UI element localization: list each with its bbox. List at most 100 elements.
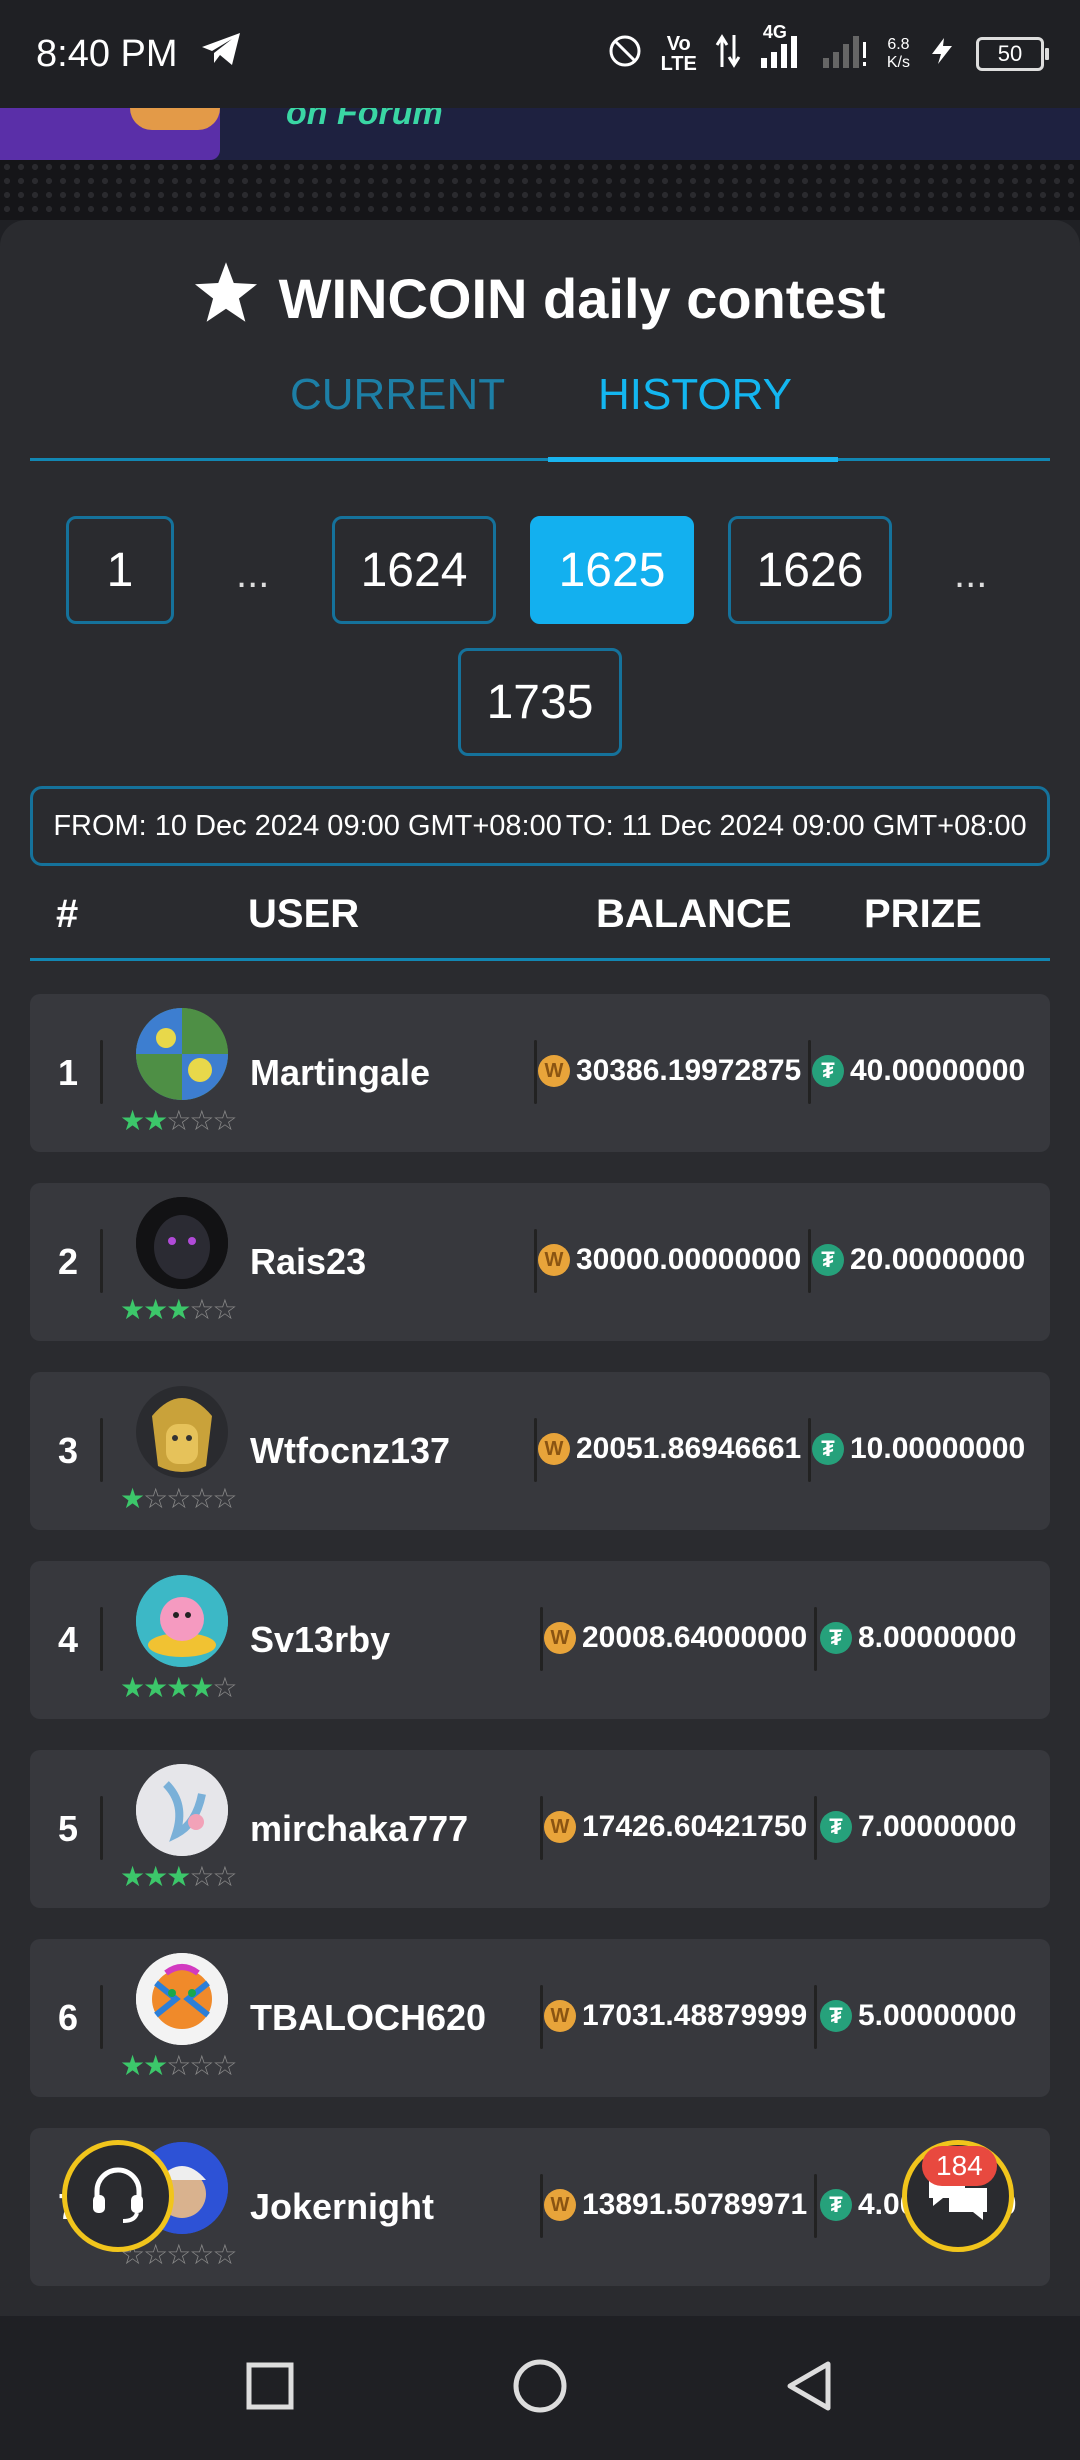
table-row[interactable]: 6 ★★☆☆☆ TBALOCH620 W 17031.48879999 ₮ 5.00…	[30, 1939, 1050, 2097]
tab-current[interactable]: CURRENT	[290, 370, 505, 420]
table-row[interactable]: 2 ★★★☆☆ Rais23 W 30000.00000000 ₮ 20.00000…	[30, 1183, 1050, 1341]
star-icon	[194, 262, 257, 335]
header-balance: BALANCE	[596, 892, 792, 936]
wincoin-icon: W	[544, 1811, 576, 1843]
page-1624-button[interactable]: 1624	[332, 516, 496, 624]
page-1735-button[interactable]: 1735	[458, 648, 622, 756]
row-balance: W 30000.00000000	[538, 1243, 816, 1277]
range-from: FROM: 10 Dec 2024 09:00 GMT+08:00	[53, 809, 562, 842]
rating-stars: ★☆☆☆☆	[120, 1483, 238, 1514]
header-user: USER	[248, 892, 360, 936]
tether-icon: ₮	[820, 1811, 852, 1843]
support-button[interactable]	[62, 2140, 174, 2252]
table-row[interactable]: 5 ★★★☆☆ mirchaka777 W 17426.60421750 ₮ 7.0…	[30, 1750, 1050, 1908]
table-row[interactable]: 4 ★★★★☆ Sv13rby W 20008.64000000 ₮ 8.00000…	[30, 1561, 1050, 1719]
row-divider	[814, 1796, 817, 1860]
rating-stars: ★★☆☆☆	[120, 2050, 238, 2081]
header-prize: PRIZE	[864, 892, 982, 936]
net-speed: 6.8 K/s	[886, 36, 910, 71]
row-username[interactable]: mirchaka777	[250, 1808, 468, 1850]
row-balance: W 17426.60421750	[544, 1810, 814, 1844]
row-divider	[808, 1040, 811, 1104]
row-divider	[814, 1985, 817, 2049]
data-arrows-icon	[715, 33, 741, 75]
chat-unread-badge: 184	[922, 2146, 997, 2186]
contest-tabs: CURRENT HISTORY	[0, 370, 1080, 442]
banner-pattern	[0, 160, 1080, 220]
row-rank: 4	[58, 1619, 79, 1660]
row-divider	[808, 1418, 811, 1482]
tab-history[interactable]: HISTORY	[598, 370, 792, 420]
rating-stars: ★★★☆☆	[120, 1294, 238, 1325]
row-prize: ₮ 20.00000000	[812, 1243, 1025, 1277]
row-prize: ₮ 7.00000000	[820, 1810, 1017, 1844]
back-icon[interactable]	[784, 2360, 834, 2417]
row-username[interactable]: Jokernight	[250, 2186, 434, 2228]
row-rank: 3	[58, 1430, 79, 1471]
pagination-ellipsis: ...	[954, 552, 988, 596]
wincoin-icon: W	[544, 2189, 576, 2221]
row-username[interactable]: TBALOCH620	[250, 1997, 486, 2039]
avatar[interactable]	[136, 1764, 228, 1856]
avatar[interactable]	[136, 1008, 228, 1100]
table-row[interactable]: 1 ★★☆☆☆ Martingale W 30386.19972875 ₮ 40.0…	[30, 994, 1050, 1152]
tabs-divider	[30, 458, 1050, 461]
avatar[interactable]	[136, 1953, 228, 2045]
row-username[interactable]: Martingale	[250, 1052, 430, 1094]
row-divider	[540, 1796, 543, 1860]
tether-icon: ₮	[820, 1622, 852, 1654]
contest-title-text: WINCOIN daily contest	[278, 267, 886, 330]
pagination-ellipsis: ...	[236, 552, 270, 596]
table-header: # USER BALANCE PRIZE	[0, 880, 1080, 950]
signal-4g-icon: 4G	[759, 22, 803, 74]
contest-title: WINCOIN daily contest	[0, 262, 1080, 335]
tether-icon: ₮	[812, 1433, 844, 1465]
row-divider	[540, 2174, 543, 2238]
wincoin-icon: W	[544, 1622, 576, 1654]
row-divider	[100, 1040, 103, 1104]
row-rank: 1	[58, 1052, 79, 1093]
row-balance: W 17031.48879999	[544, 1999, 814, 2033]
row-prize: ₮ 40.00000000	[812, 1054, 1025, 1088]
row-rank: 5	[58, 1808, 79, 1849]
row-divider	[100, 1229, 103, 1293]
page-1-button[interactable]: 1	[66, 516, 174, 624]
row-prize: ₮ 8.00000000	[820, 1621, 1017, 1655]
row-divider	[100, 1985, 103, 2049]
row-username[interactable]: Sv13rby	[250, 1619, 390, 1661]
home-icon[interactable]	[512, 2358, 568, 2419]
volte-icon: Vo LTE	[660, 33, 697, 75]
row-divider	[540, 1985, 543, 2049]
tether-icon: ₮	[820, 2000, 852, 2032]
avatar[interactable]	[136, 1197, 228, 1289]
row-balance: W 30386.19972875	[538, 1054, 816, 1088]
row-username[interactable]: Wtfocnz137	[250, 1430, 450, 1472]
row-rank: 2	[58, 1241, 79, 1282]
row-divider	[100, 1796, 103, 1860]
row-divider	[534, 1229, 537, 1293]
page-1625-button[interactable]: 1625	[530, 516, 694, 624]
row-username[interactable]: Rais23	[250, 1241, 366, 1283]
rating-stars: ★★☆☆☆	[120, 1105, 238, 1136]
row-divider	[100, 1418, 103, 1482]
telegram-icon	[200, 31, 242, 77]
row-balance: W 20008.64000000	[544, 1621, 814, 1655]
tether-icon: ₮	[812, 1244, 844, 1276]
recents-icon[interactable]	[246, 2362, 294, 2415]
promo-banner[interactable]: on Forum	[0, 108, 1080, 220]
row-balance: W 13891.50789971	[544, 2188, 814, 2222]
range-to: TO: 11 Dec 2024 09:00 GMT+08:00	[565, 809, 1027, 842]
page-1626-button[interactable]: 1626	[728, 516, 892, 624]
row-prize: ₮ 5.00000000	[820, 1999, 1017, 2033]
status-time: 8:40 PM	[36, 32, 178, 75]
avatar[interactable]	[136, 1386, 228, 1478]
header-rank: #	[56, 892, 79, 936]
table-row[interactable]: 3 ★☆☆☆☆ Wtfocnz137 W 20051.86946661 ₮ 10.0…	[30, 1372, 1050, 1530]
row-divider	[100, 1607, 103, 1671]
row-divider	[814, 1607, 817, 1671]
avatar[interactable]	[136, 1575, 228, 1667]
charging-icon	[928, 36, 958, 72]
active-tab-indicator	[548, 457, 838, 462]
tether-icon: ₮	[812, 1055, 844, 1087]
table-row[interactable]: 7 ☆☆☆☆☆ Jokernight W13891.50789971 ₮4.00…	[30, 2128, 1050, 2286]
